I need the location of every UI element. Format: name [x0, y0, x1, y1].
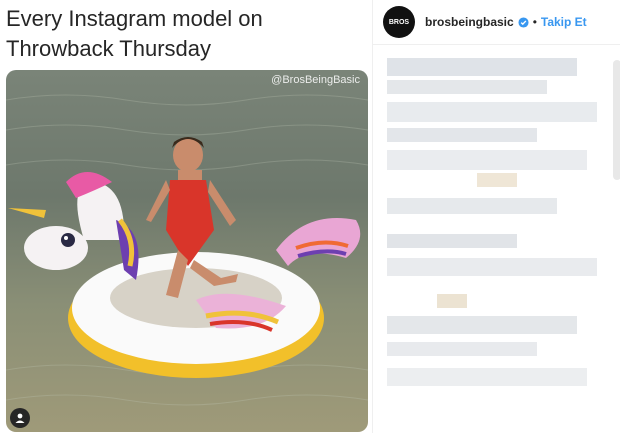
- post-header: BROS brosbeingbasic • Takip Et: [373, 0, 620, 45]
- follow-button[interactable]: Takip Et: [541, 15, 587, 29]
- post-photo[interactable]: @BrosBeingBasic: [6, 70, 368, 432]
- watermark: @BrosBeingBasic: [271, 74, 360, 86]
- avatar[interactable]: BROS: [383, 6, 415, 38]
- scrollbar[interactable]: [613, 60, 620, 180]
- photo-illustration: [6, 94, 368, 406]
- post-caption: Every Instagram model on Throwback Thurs…: [6, 6, 263, 61]
- person-icon: [15, 413, 25, 423]
- avatar-text: BROS: [388, 18, 410, 26]
- user-tag-icon[interactable]: [10, 408, 30, 428]
- post-media: Every Instagram model on Throwback Thurs…: [0, 0, 372, 433]
- username-link[interactable]: brosbeingbasic: [425, 15, 514, 29]
- post-sidebar: BROS brosbeingbasic • Takip Et: [372, 0, 620, 433]
- verified-badge-icon: [518, 16, 529, 28]
- pixelated-comments: [387, 58, 607, 428]
- separator-dot: •: [532, 15, 537, 29]
